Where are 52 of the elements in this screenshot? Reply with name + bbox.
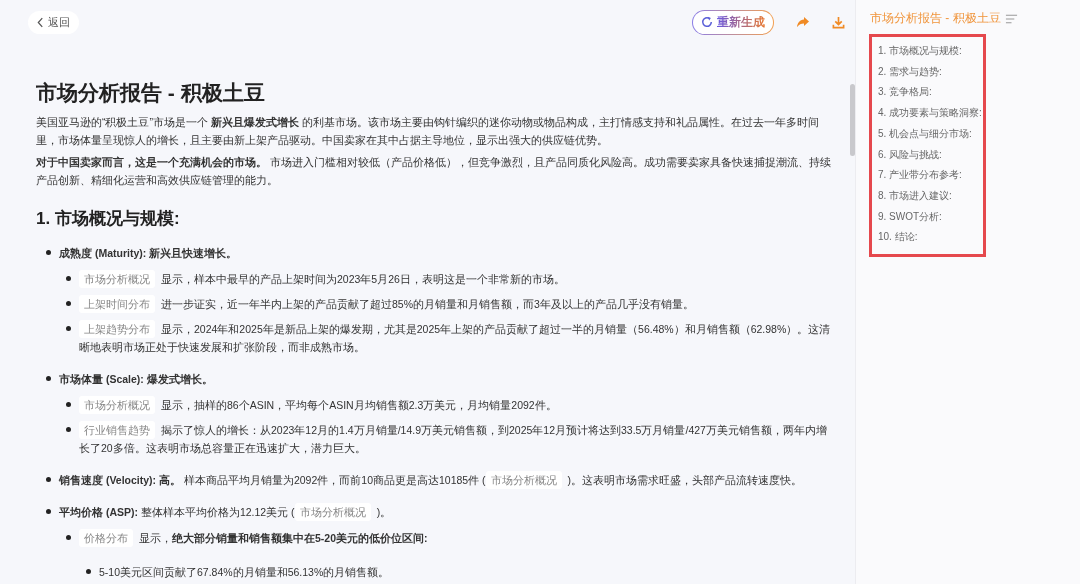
outline-item[interactable]: 3. 竞争格局:	[878, 82, 983, 104]
bullet-icon	[66, 276, 71, 281]
paragraph: 对于中国卖家而言，这是一个充满机会的市场。 市场进入门槛相对较低（产品价格低），但竞争激烈，且产品同质化风险高。成功需要卖家具备快速捕捉潮流、持续产品创新、精细化运营和高效供应链管理的能力。	[36, 155, 832, 188]
share-icon[interactable]	[796, 16, 810, 28]
bullet-icon	[66, 326, 71, 331]
refresh-icon	[701, 16, 713, 28]
source-tag[interactable]: 市场分析概况	[485, 471, 562, 489]
outline-item[interactable]: 6. 风险与挑战:	[878, 144, 983, 166]
bullet-text: 行业销售趋势 揭示了惊人的增长：从2023年12月的1.4万月销量/14.9万美元销售额，到2025年12月预计将达到33.5万月销量/427万美元销售额，两年内增长了20多倍。这表明市场总容量正在迅速扩大，潜力巨大。	[79, 421, 836, 457]
bullet-icon	[66, 427, 71, 432]
download-icon[interactable]	[832, 15, 845, 29]
source-tag[interactable]: 上架时间分布	[79, 295, 155, 313]
regenerate-button[interactable]: 重新生成	[692, 9, 774, 35]
bullet-icon	[46, 477, 51, 482]
source-tag[interactable]: 市场分析概况	[79, 396, 155, 414]
outline-item[interactable]: 8. 市场进入建议:	[878, 185, 983, 207]
bullet-icon	[46, 250, 51, 255]
outline-item[interactable]: 7. 产业带分布参考:	[878, 165, 983, 186]
scrollbar[interactable]	[850, 84, 855, 156]
bullet-icon	[46, 376, 51, 381]
bullet-text: 销售速度 (Velocity): 高。 样本商品平均月销量为2092件，而前10商品更是高达10185件 ( 市场分析概况 )。这表明市场需求旺盛，头部产品流转速度快。	[59, 471, 803, 489]
bullet-text: 价格分布 显示，绝大部分销量和销售额集中在5-20美元的低价位区间:	[79, 529, 428, 547]
bullet-text: 市场体量 (Scale): 爆发式增长。	[59, 372, 213, 387]
bullet-text: 市场分析概况 显示，样本中最早的产品上架时间为2023年5月26日，表明这是一个非常新的市场。	[79, 270, 565, 288]
list-icon[interactable]	[1004, 13, 1018, 24]
outline-item[interactable]: 4. 成功要素与策略洞察:	[878, 103, 983, 124]
source-tag[interactable]: 市场分析概况	[79, 270, 155, 288]
chevron-left-icon	[37, 16, 44, 28]
bullet-icon	[66, 535, 71, 540]
bullet-text: 平均价格 (ASP): 整体样本平均价格为12.12美元 ( 市场分析概况 )。	[59, 503, 392, 521]
report-title: 市场分析报告 - 积极土豆	[36, 80, 266, 106]
bullet-text: 上架时间分布 进一步证实，近一年半内上架的产品贡献了超过85%的月销量和月销售额，而3年及以上的产品几乎没有销量。	[79, 295, 694, 313]
back-button[interactable]: 返回	[28, 10, 79, 34]
outline-item[interactable]: 2. 需求与趋势:	[878, 61, 983, 83]
bullet-icon	[66, 301, 71, 306]
bullet-icon	[46, 509, 51, 514]
source-tag[interactable]: 价格分布	[79, 529, 133, 547]
paragraph: 美国亚马逊的“积极土豆”市场是一个 新兴且爆发式增长 的利基市场。该市场主要由钩针编织的迷你动物或物品构成，主打情感支持和礼品属性。在过去一年多时间里，市场体量呈现惊人的增长，且主要由新上架产品驱动。中国卖家在其中占据主导地位，显示出强大的供应链优势。	[36, 115, 820, 148]
bullet-text: 上架趋势分布 显示，2024年和2025年是新品上架的爆发期，尤其是2025年上架的产品贡献了超过一半的月销量（56.48%）和月销售额（62.98%）。这清晰地表明市场正处于快速发展和扩张阶段，而非成熟市场。	[79, 320, 836, 356]
outline-item[interactable]: 1. 市场概况与规模:	[878, 41, 983, 62]
bullet-text: 市场分析概况 显示，抽样的86个ASIN，平均每个ASIN月均销售额2.3万美元，月均销量2092件。	[79, 396, 557, 414]
source-tag[interactable]: 行业销售趋势	[79, 421, 155, 439]
outline-item[interactable]: 9. SWOT分析:	[878, 206, 983, 228]
section-heading: 1. 市场概况与规模:	[36, 208, 181, 230]
source-tag[interactable]: 市场分析概况	[294, 503, 371, 521]
bullet-text: 5-10美元区间贡献了67.84%的月销量和56.13%的月销售额。	[99, 565, 390, 580]
outline-item[interactable]: 10. 结论:	[878, 227, 983, 249]
bullet-text: 成熟度 (Maturity): 新兴且快速增长。	[59, 246, 238, 261]
bullet-icon	[66, 402, 71, 407]
source-tag[interactable]: 上架趋势分布	[79, 320, 155, 338]
bullet-icon	[86, 569, 91, 574]
outline-item[interactable]: 5. 机会点与细分市场:	[878, 123, 983, 145]
